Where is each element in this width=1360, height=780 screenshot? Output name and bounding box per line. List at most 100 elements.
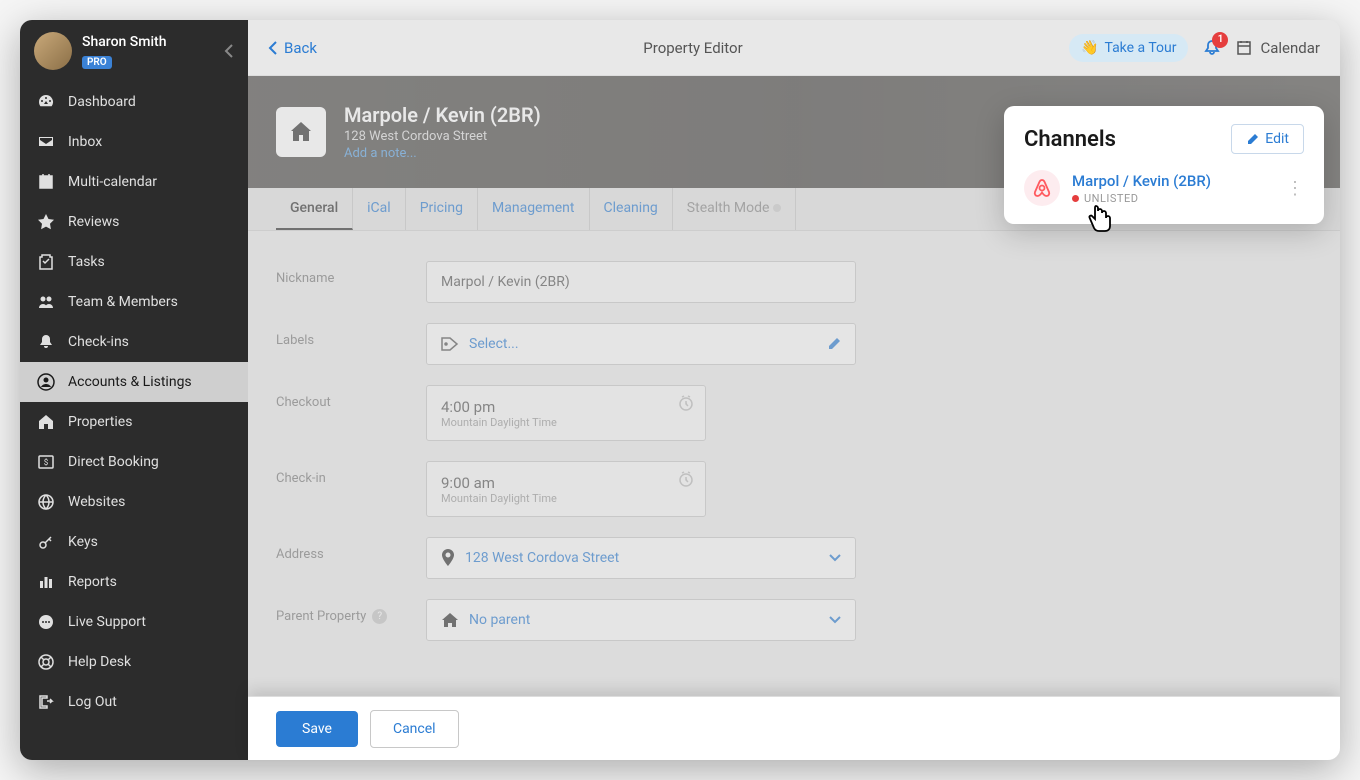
nav-reviews[interactable]: Reviews xyxy=(20,202,248,242)
label-address: Address xyxy=(276,537,426,562)
nav-label: Websites xyxy=(68,494,125,510)
pin-icon xyxy=(441,549,455,567)
star-icon xyxy=(36,212,56,232)
property-address: 128 West Cordova Street xyxy=(344,129,1110,144)
team-icon xyxy=(36,292,56,312)
channel-name: Marpol / Kevin (2BR) xyxy=(1072,172,1274,190)
clock-icon xyxy=(677,394,695,412)
tab-general[interactable]: General xyxy=(276,188,353,230)
channel-item[interactable]: Marpol / Kevin (2BR) UNLISTED ⋮ xyxy=(1024,170,1304,206)
pencil-icon xyxy=(1246,133,1259,146)
home-icon xyxy=(288,119,314,145)
home-icon xyxy=(36,412,56,432)
nav-label: Properties xyxy=(68,414,132,430)
nickname-input[interactable] xyxy=(426,261,856,303)
nav-logout[interactable]: Log Out xyxy=(20,682,248,722)
address-select[interactable]: 128 West Cordova Street xyxy=(426,537,856,579)
labels-value: Select... xyxy=(469,336,519,352)
user-name: Sharon Smith xyxy=(82,34,214,50)
tour-label: Take a Tour xyxy=(1104,40,1176,56)
tab-pricing[interactable]: Pricing xyxy=(406,188,478,230)
channels-edit-button[interactable]: Edit xyxy=(1231,124,1304,154)
nav-keys[interactable]: Keys xyxy=(20,522,248,562)
nav-label: Reports xyxy=(68,574,117,590)
nav-label: Multi-calendar xyxy=(68,174,157,190)
chevron-down-icon xyxy=(829,616,841,624)
label-nickname: Nickname xyxy=(276,261,426,286)
nav-label: Reviews xyxy=(68,214,119,230)
footer-bar: Save Cancel xyxy=(248,696,1340,760)
label-parent: Parent Property? xyxy=(276,599,426,624)
status-dot-icon xyxy=(1072,195,1079,202)
checkout-input[interactable]: 4:00 pm Mountain Daylight Time xyxy=(426,385,706,441)
take-tour-button[interactable]: 👋 Take a Tour xyxy=(1069,34,1188,62)
nav-websites[interactable]: Websites xyxy=(20,482,248,522)
nav-label: Dashboard xyxy=(68,94,136,110)
label-checkout: Checkout xyxy=(276,385,426,410)
nav-tasks[interactable]: Tasks xyxy=(20,242,248,282)
cal-label: Calendar xyxy=(1260,39,1320,57)
help-icon[interactable]: ? xyxy=(372,609,387,624)
nav-accounts-listings[interactable]: Accounts & Listings xyxy=(20,362,248,402)
nav-label: Team & Members xyxy=(68,294,178,310)
nav-dashboard[interactable]: Dashboard xyxy=(20,82,248,122)
tasks-icon xyxy=(36,252,56,272)
save-button[interactable]: Save xyxy=(276,711,358,747)
nav-multicalendar[interactable]: Multi-calendar xyxy=(20,162,248,202)
nav-reports[interactable]: Reports xyxy=(20,562,248,602)
parent-value: No parent xyxy=(469,612,530,628)
calendar-search-icon xyxy=(1236,39,1254,57)
tab-management[interactable]: Management xyxy=(478,188,589,230)
checkin-input[interactable]: 9:00 am Mountain Daylight Time xyxy=(426,461,706,517)
nav-support[interactable]: Live Support xyxy=(20,602,248,642)
booking-icon: $ xyxy=(36,452,56,472)
calendar-link[interactable]: Calendar xyxy=(1236,39,1320,57)
nav-label: Inbox xyxy=(68,134,102,150)
address-value: 128 West Cordova Street xyxy=(465,550,619,566)
tab-stealth-label: Stealth Mode xyxy=(687,200,770,216)
svg-text:$: $ xyxy=(44,458,49,467)
logout-icon xyxy=(36,692,56,712)
pencil-icon xyxy=(827,337,841,351)
nav-label: Tasks xyxy=(68,254,105,270)
user-section[interactable]: Sharon Smith PRO xyxy=(20,20,248,82)
more-icon[interactable]: ⋮ xyxy=(1286,178,1304,199)
edit-label: Edit xyxy=(1265,131,1289,147)
clock-icon xyxy=(677,470,695,488)
channel-status: UNLISTED xyxy=(1072,192,1274,205)
sidebar: Sharon Smith PRO Dashboard Inbox Multi-c… xyxy=(20,20,248,760)
back-button[interactable]: Back xyxy=(268,39,317,57)
notifications-button[interactable]: 1 xyxy=(1202,38,1222,58)
form-area: Nickname Labels Select... Checkout xyxy=(248,231,1340,760)
checkin-time: 9:00 am xyxy=(441,474,691,492)
tab-stealth[interactable]: Stealth Mode xyxy=(673,188,797,230)
sidebar-collapse-icon[interactable] xyxy=(224,43,234,59)
nav-checkins[interactable]: Check-ins xyxy=(20,322,248,362)
nav-helpdesk[interactable]: Help Desk xyxy=(20,642,248,682)
nav-inbox[interactable]: Inbox xyxy=(20,122,248,162)
status-dot-icon xyxy=(773,204,781,212)
nav-properties[interactable]: Properties xyxy=(20,402,248,442)
topbar: Back Property Editor 👋 Take a Tour 1 Cal… xyxy=(248,20,1340,76)
checkout-tz: Mountain Daylight Time xyxy=(441,416,691,429)
lifering-icon xyxy=(36,652,56,672)
nav: Dashboard Inbox Multi-calendar Reviews T… xyxy=(20,82,248,760)
checkin-tz: Mountain Daylight Time xyxy=(441,492,691,505)
user-circle-icon xyxy=(36,372,56,392)
key-icon xyxy=(36,532,56,552)
chevron-left-icon xyxy=(268,41,278,55)
gauge-icon xyxy=(36,92,56,112)
chart-icon xyxy=(36,572,56,592)
badge-pro: PRO xyxy=(82,56,112,69)
cancel-button[interactable]: Cancel xyxy=(370,710,459,748)
nav-direct-booking[interactable]: $ Direct Booking xyxy=(20,442,248,482)
tab-ical[interactable]: iCal xyxy=(353,188,406,230)
add-note-link[interactable]: Add a note... xyxy=(344,146,1110,161)
parent-select[interactable]: No parent xyxy=(426,599,856,641)
property-icon xyxy=(276,107,326,157)
nav-label: Direct Booking xyxy=(68,454,159,470)
nav-team[interactable]: Team & Members xyxy=(20,282,248,322)
labels-select[interactable]: Select... xyxy=(426,323,856,365)
bell-icon xyxy=(36,332,56,352)
tab-cleaning[interactable]: Cleaning xyxy=(590,188,673,230)
